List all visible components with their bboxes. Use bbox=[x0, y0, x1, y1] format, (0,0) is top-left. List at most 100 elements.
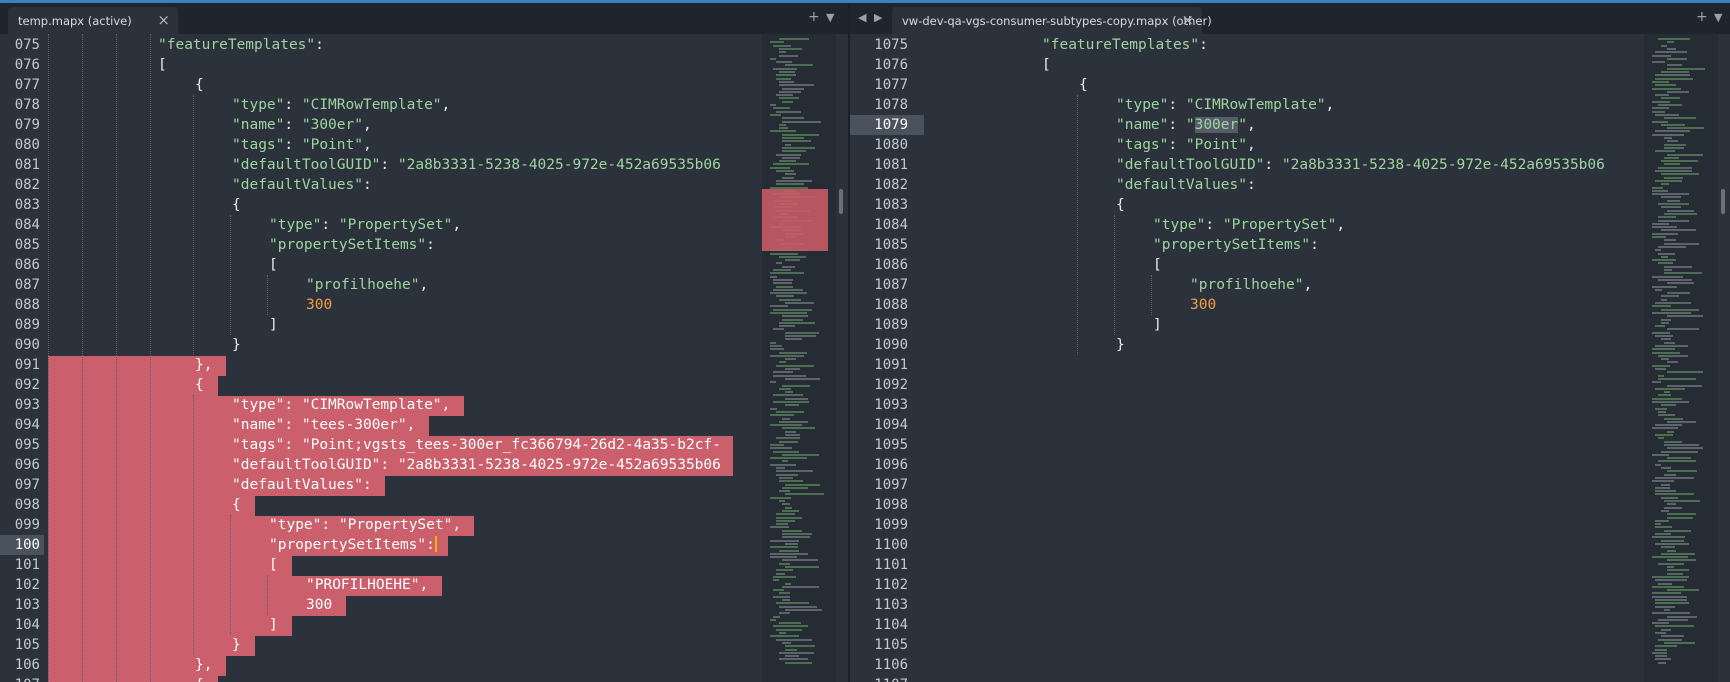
code-line[interactable]: [ bbox=[1153, 255, 1162, 275]
code-line[interactable]: "name": "300er", bbox=[232, 115, 372, 135]
line-number: 077 bbox=[14, 77, 40, 93]
code-line[interactable]: { bbox=[232, 195, 241, 215]
punctuation-token: , bbox=[1246, 137, 1256, 153]
minimap-row bbox=[782, 176, 794, 179]
minimap-row bbox=[770, 344, 782, 347]
code-line[interactable]: ] bbox=[1153, 315, 1162, 335]
code-line[interactable]: { bbox=[1116, 195, 1125, 215]
minimap-row bbox=[1655, 599, 1687, 601]
minimap[interactable] bbox=[762, 34, 836, 682]
code-line[interactable]: } bbox=[1116, 335, 1125, 355]
code-line[interactable]: [ bbox=[269, 255, 278, 275]
code-line[interactable]: "type": "PropertySet", bbox=[269, 215, 461, 235]
code-line[interactable]: "PROFILHOEHE", bbox=[306, 575, 428, 595]
minimap-row bbox=[770, 275, 777, 278]
code-line[interactable]: "defaultValues": bbox=[232, 175, 372, 195]
code-line[interactable]: "type": "CIMRowTemplate", bbox=[232, 395, 450, 415]
code-line[interactable]: } bbox=[232, 635, 241, 655]
minimap-row bbox=[773, 615, 780, 618]
minimap-row bbox=[1661, 509, 1669, 512]
code-line[interactable]: [ bbox=[1042, 55, 1051, 75]
code-line[interactable]: "propertySetItems": bbox=[269, 235, 435, 255]
code-line[interactable]: "tags": "Point", bbox=[1116, 135, 1256, 155]
code-line[interactable]: "type": "PropertySet", bbox=[1153, 215, 1345, 235]
code-line[interactable]: ] bbox=[269, 315, 278, 335]
scrollbar-thumb[interactable] bbox=[1721, 189, 1725, 214]
code-line[interactable]: "defaultToolGUID": "2a8b3331-5238-4025-9… bbox=[232, 455, 721, 475]
code-line[interactable]: { bbox=[232, 495, 241, 515]
vertical-scrollbar[interactable] bbox=[836, 34, 846, 682]
minimap-row bbox=[782, 120, 821, 123]
code-line[interactable]: [ bbox=[269, 555, 278, 575]
minimap-row bbox=[1658, 562, 1684, 565]
code-line[interactable]: { bbox=[1079, 75, 1088, 95]
line-number: 1086 bbox=[874, 257, 908, 273]
code-line[interactable]: "featureTemplates": bbox=[1042, 35, 1208, 55]
new-tab-icon[interactable]: + bbox=[1696, 9, 1708, 25]
code-line[interactable]: 300 bbox=[1190, 295, 1216, 315]
code-line[interactable]: "propertySetItems": bbox=[269, 535, 437, 555]
minimap-row bbox=[770, 457, 807, 460]
minimap-row bbox=[782, 137, 804, 139]
new-tab-icon[interactable]: + bbox=[808, 9, 820, 25]
code-line[interactable]: "profilhoehe", bbox=[1190, 275, 1312, 295]
code-line[interactable]: "propertySetItems": bbox=[1153, 235, 1319, 255]
code-line[interactable]: "tags": "Point", bbox=[232, 135, 372, 155]
minimap-row bbox=[1652, 232, 1678, 235]
minimap-row bbox=[782, 87, 804, 90]
minimap-row bbox=[773, 269, 791, 271]
code-line[interactable]: "defaultToolGUID": "2a8b3331-5238-4025-9… bbox=[232, 155, 721, 175]
code-line[interactable]: 300 bbox=[306, 295, 332, 315]
code-line[interactable]: "defaultToolGUID": "2a8b3331-5238-4025-9… bbox=[1116, 155, 1605, 175]
code-line[interactable]: 300 bbox=[306, 595, 332, 615]
minimap-row bbox=[776, 516, 802, 519]
code-line[interactable]: { bbox=[195, 675, 204, 682]
number-token: 300 bbox=[1190, 297, 1217, 313]
code-line[interactable]: "name": "300er", bbox=[1116, 115, 1256, 135]
code-line[interactable]: "type": "PropertySet", bbox=[269, 515, 461, 535]
close-icon[interactable]: × bbox=[157, 11, 170, 29]
code-line[interactable]: { bbox=[195, 75, 204, 95]
left-editor[interactable]: 075 076 077 078 079 080 081 082 083 084 085 086 087 0… bbox=[0, 34, 848, 682]
scrollbar-thumb[interactable] bbox=[839, 189, 843, 214]
minimap-row bbox=[773, 308, 812, 311]
tab-list-dropdown-icon[interactable]: ▼ bbox=[826, 11, 834, 24]
code-area[interactable]: "featureTemplates": [{"type": "CIMRowTemp… bbox=[48, 34, 762, 682]
code-line[interactable]: "featureTemplates": bbox=[158, 35, 324, 55]
code-line[interactable]: { bbox=[195, 375, 204, 395]
punctuation-token: : bbox=[284, 397, 302, 413]
line-number: 1092 bbox=[874, 377, 908, 393]
minimap-row bbox=[1661, 308, 1699, 311]
minimap-row bbox=[770, 496, 791, 499]
code-line[interactable]: "defaultValues": bbox=[1116, 175, 1256, 195]
minimap-row bbox=[782, 156, 800, 159]
code-line[interactable]: }, bbox=[195, 655, 212, 675]
code-line[interactable]: ] bbox=[269, 615, 278, 635]
minimap[interactable] bbox=[1644, 34, 1718, 682]
code-line[interactable]: "tags": "Point;vgsts_tees-300er_fc366794… bbox=[232, 435, 721, 455]
scroll-tabs-left-icon[interactable]: ◀ bbox=[858, 11, 866, 24]
tab-temp-mapx[interactable]: temp.mapx (active) × bbox=[8, 7, 178, 34]
code-line[interactable]: "type": "CIMRowTemplate", bbox=[1116, 95, 1334, 115]
tab-vw-dev-qa-mapx[interactable]: vw-dev-qa-vgs-consumer-subtypes-copy.map… bbox=[892, 7, 1212, 34]
tab-list-dropdown-icon[interactable]: ▼ bbox=[1714, 11, 1722, 24]
minimap-row bbox=[1661, 97, 1680, 100]
code-line[interactable]: [ bbox=[158, 55, 167, 75]
right-editor[interactable]: 1075 1076 1077 1078 1079 1080 1081 1082 1083 1084… bbox=[850, 34, 1730, 682]
close-icon[interactable]: × bbox=[1181, 11, 1194, 29]
minimap-row bbox=[1655, 344, 1688, 347]
line-number: 091 bbox=[14, 357, 40, 373]
minimap-row bbox=[1664, 137, 1672, 139]
code-line[interactable]: } bbox=[232, 335, 241, 355]
code-line[interactable]: }, bbox=[195, 355, 212, 375]
code-line[interactable]: "type": "CIMRowTemplate", bbox=[232, 95, 450, 115]
minimap-row bbox=[1655, 493, 1694, 496]
vertical-scrollbar[interactable] bbox=[1718, 34, 1728, 682]
minimap-row bbox=[1652, 236, 1666, 238]
code-line[interactable]: "defaultValues": bbox=[232, 475, 372, 495]
minimap-row bbox=[1652, 226, 1677, 229]
scroll-tabs-right-icon[interactable]: ▶ bbox=[874, 11, 882, 24]
code-line[interactable]: "profilhoehe", bbox=[306, 275, 428, 295]
code-area[interactable]: "featureTemplates": [{"type": "CIMRowTemp… bbox=[932, 34, 1642, 682]
code-line[interactable]: "name": "tees-300er", bbox=[232, 415, 415, 435]
